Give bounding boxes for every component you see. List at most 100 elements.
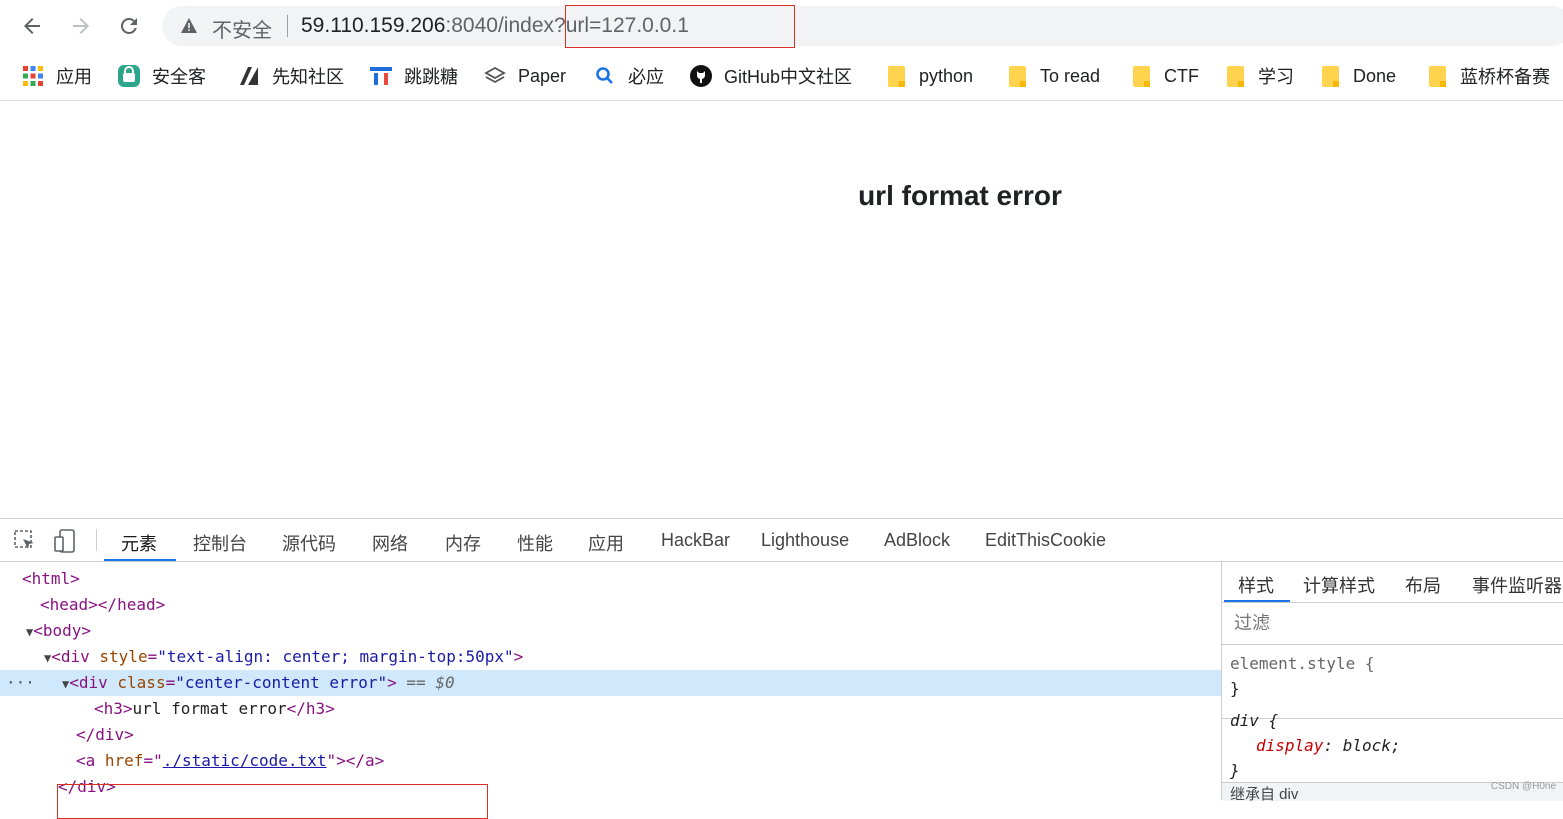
tab-application[interactable]: 应用 <box>588 530 624 556</box>
anquanke-icon <box>118 65 140 87</box>
reload-button[interactable] <box>111 8 147 44</box>
rule-element-style[interactable]: element.style { <box>1230 651 1375 676</box>
bookmark-tiaotiaotang[interactable]: 跳跳糖 <box>370 64 458 88</box>
folder-icon <box>1319 65 1341 87</box>
bookmark-folder-study[interactable]: 学习 <box>1224 64 1294 88</box>
bookmark-label: python <box>919 65 974 86</box>
bookmark-label: 必应 <box>628 67 664 87</box>
attr-value: "center-content error" <box>175 673 388 692</box>
bookmark-folder-done[interactable]: Done <box>1319 64 1396 88</box>
inspect-element-icon[interactable] <box>14 530 36 552</box>
dom-node-h3[interactable]: <h3>url format error</h3> <box>0 696 1221 722</box>
dom-node-selected-div[interactable]: ··· ▼<div class="center-content error"> =… <box>0 670 1221 696</box>
active-tab-indicator <box>104 559 176 561</box>
bookmark-label: CTF <box>1164 65 1199 86</box>
dom-node-anchor[interactable]: <a href="./static/code.txt"></a> <box>0 748 1221 774</box>
a-tag-close: ></a> <box>336 751 385 770</box>
head-tag: <head></head> <box>40 595 166 614</box>
dom-node-html[interactable]: <html> <box>0 566 1221 592</box>
apps-grid-icon <box>22 65 44 87</box>
bookmark-xianzhi[interactable]: 先知社区 <box>238 64 344 88</box>
html-tag: <html> <box>22 569 80 588</box>
bookmark-github[interactable]: GitHub中文社区 <box>690 64 852 88</box>
tab-sources[interactable]: 源代码 <box>282 530 336 556</box>
href-link[interactable]: ./static/code.txt <box>163 751 327 770</box>
tab-memory[interactable]: 内存 <box>445 530 481 556</box>
attr-value: "text-align: center; margin-top:50px" <box>157 647 514 666</box>
tab-performance[interactable]: 性能 <box>517 530 553 556</box>
attr-name: style <box>99 647 148 666</box>
dom-node-div-close[interactable]: </div> <box>0 722 1221 748</box>
tag-close-bracket: > <box>513 647 524 666</box>
tab-lighthouse[interactable]: Lighthouse <box>761 530 849 551</box>
elements-tree: <html> <head></head> ▼<body> ▼<div style… <box>0 562 1221 819</box>
bookmark-folder-python[interactable]: python <box>885 64 973 88</box>
attr-name: href <box>104 751 144 770</box>
tab-hackbar[interactable]: HackBar <box>661 530 730 551</box>
bookmark-folder-ctf[interactable]: CTF <box>1130 64 1199 88</box>
tiaotiaotang-icon <box>370 65 392 87</box>
tab-editthiscookie[interactable]: EditThisCookie <box>985 530 1106 551</box>
device-toolbar-icon[interactable] <box>54 529 76 553</box>
property-name: display <box>1256 736 1324 755</box>
bookmark-folder-to-read[interactable]: To read <box>1006 64 1100 88</box>
devtools-toolbar-separator <box>96 529 97 551</box>
tab-styles[interactable]: 样式 <box>1238 572 1274 598</box>
xianzhi-icon <box>238 65 260 87</box>
github-icon <box>690 65 712 87</box>
dom-node-body[interactable]: ▼<body> <box>0 618 1221 644</box>
rule-brace: } <box>1230 676 1240 701</box>
watermark: CSDN @H0ne <box>1490 781 1556 792</box>
bookmark-anquanke[interactable]: 安全客 <box>118 64 206 88</box>
dom-node-head[interactable]: <head></head> <box>0 592 1221 618</box>
node-actions-ellipsis-icon[interactable]: ··· <box>6 670 35 696</box>
browser-toolbar: 不安全 59.110.159.206:8040/index?url=127.0.… <box>0 0 1563 52</box>
omnibox-separator <box>287 15 288 37</box>
bookmark-label: Paper <box>518 65 567 86</box>
bookmark-label: GitHub中文社区 <box>724 67 853 87</box>
tab-network[interactable]: 网络 <box>372 530 408 556</box>
bookmarks-bar: 应用 安全客 先知社区 跳跳糖 Paper 必应 GitHub中文社区 pyth… <box>0 52 1563 101</box>
close-brace: } <box>1230 761 1240 780</box>
back-button[interactable] <box>14 8 50 44</box>
a-tag-open: <a <box>76 751 96 770</box>
tab-adblock[interactable]: AdBlock <box>884 530 950 551</box>
bookmark-bing[interactable]: 必应 <box>594 64 664 88</box>
div-tag-open: <div <box>69 673 108 692</box>
styles-filter-input[interactable] <box>1228 608 1563 638</box>
div-tag-open: <div <box>51 647 90 666</box>
rule-declaration[interactable]: display: block; <box>1256 733 1401 758</box>
address-bar[interactable]: 不安全 59.110.159.206:8040/index?url=127.0.… <box>162 6 1563 46</box>
url-host: 59.110.159.206 <box>301 14 446 37</box>
bookmark-label: 安全客 <box>152 67 206 87</box>
tag-close-bracket: > <box>387 673 397 692</box>
bookmark-paper[interactable]: Paper <box>484 64 566 88</box>
not-secure-label[interactable]: 不安全 <box>212 14 272 43</box>
bookmark-label: 跳跳糖 <box>404 67 458 87</box>
tab-layout[interactable]: 布局 <box>1405 572 1441 598</box>
expand-triangle-icon[interactable]: ▼ <box>0 625 33 639</box>
tab-elements[interactable]: 元素 <box>121 530 157 556</box>
bookmark-folder-lanqiao[interactable]: 蓝桥杯备赛 <box>1426 64 1550 88</box>
bookmark-label: 学习 <box>1258 67 1294 87</box>
expand-triangle-icon[interactable]: ▼ <box>0 651 51 665</box>
folder-icon <box>1224 65 1246 87</box>
forward-arrow-icon <box>73 18 89 34</box>
bookmark-apps[interactable]: 应用 <box>22 64 92 88</box>
rule-div[interactable]: div { <box>1230 708 1278 733</box>
back-arrow-icon <box>24 18 40 34</box>
inherited-label: 继承自 div <box>1230 786 1299 803</box>
div-tag-close: </div> <box>76 725 134 744</box>
dom-node-outer-div[interactable]: ▼<div style="text-align: center; margin-… <box>0 644 1221 670</box>
tab-event-listeners[interactable]: 事件监听器 <box>1472 572 1562 598</box>
body-tag: <body> <box>33 621 92 640</box>
rule-selector: element.style { <box>1230 654 1375 673</box>
attr-name: class <box>117 673 166 692</box>
forward-button[interactable] <box>63 8 99 44</box>
bookmark-label: 应用 <box>56 67 92 87</box>
anchor-highlight-box <box>57 784 488 819</box>
tab-computed[interactable]: 计算样式 <box>1303 572 1375 598</box>
tab-console[interactable]: 控制台 <box>193 530 247 556</box>
url-query-highlight-box <box>565 5 795 48</box>
filter-divider <box>1222 644 1563 645</box>
